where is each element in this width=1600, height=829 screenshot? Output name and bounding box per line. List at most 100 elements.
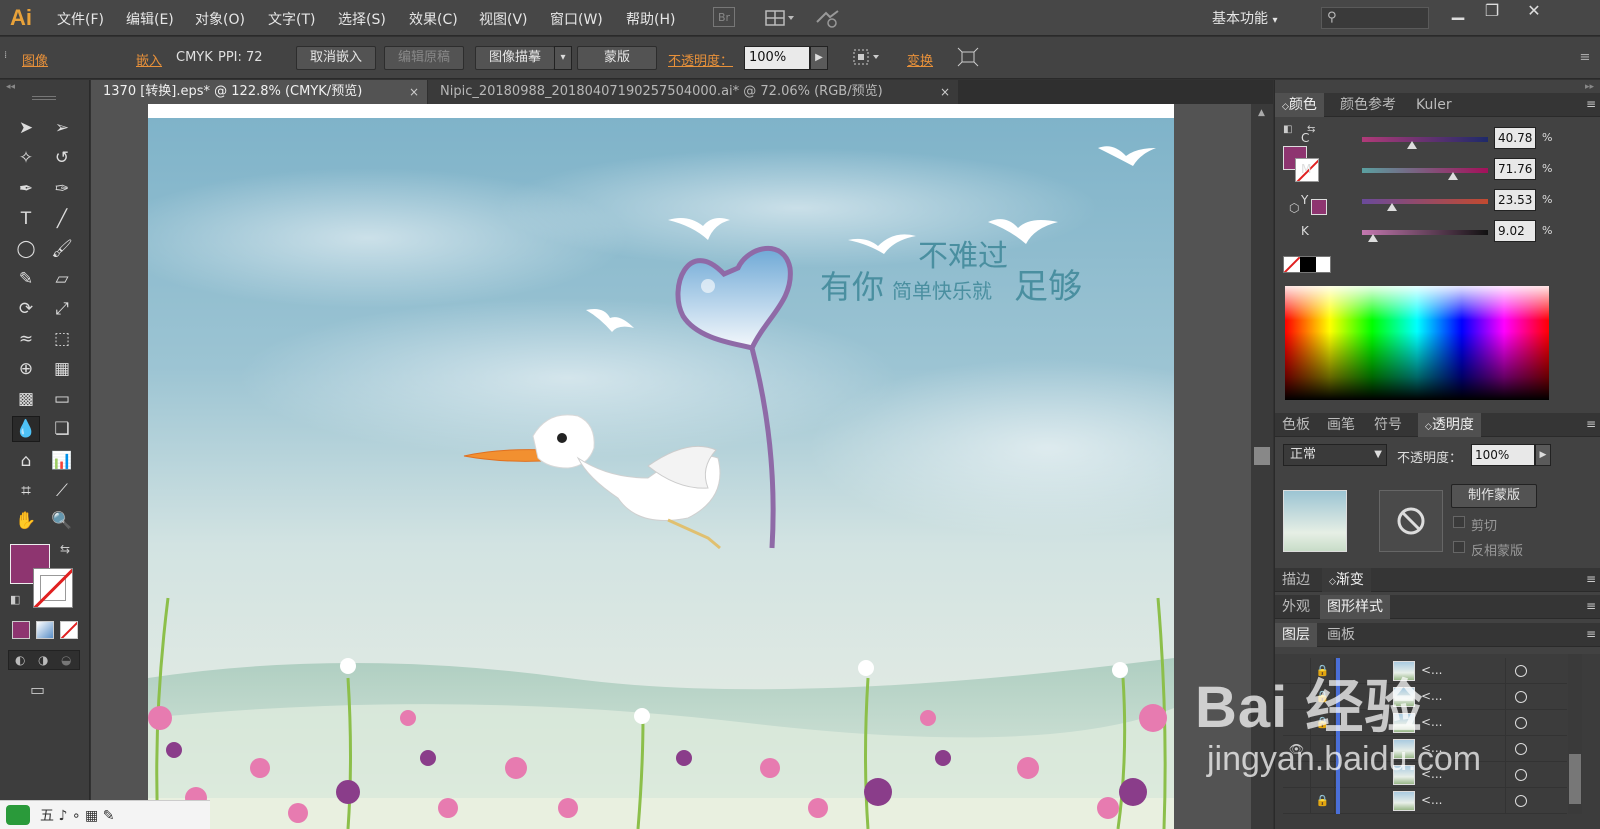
visibility-icon[interactable] xyxy=(1283,762,1311,788)
mask-thumbnail[interactable] xyxy=(1379,490,1443,552)
tab-color-guide[interactable]: 颜色参考 xyxy=(1333,93,1403,117)
slider-track[interactable] xyxy=(1362,137,1488,142)
tab-layers[interactable]: 图层 xyxy=(1275,623,1317,647)
tab-appearance[interactable]: 外观 xyxy=(1275,595,1317,619)
tab-document-2[interactable]: Nipic_20180988_20180407190257504000.ai* … xyxy=(428,80,958,104)
panel-menu-icon[interactable]: ≡ xyxy=(1586,97,1596,111)
collapse-icon[interactable]: ◂◂ xyxy=(6,82,15,92)
pen-tool-icon[interactable]: ✒ xyxy=(12,176,40,202)
menu-window[interactable]: 窗口(W) xyxy=(550,9,603,29)
black-swatch[interactable] xyxy=(1300,257,1316,272)
tab-stroke[interactable]: 描边 xyxy=(1275,568,1317,592)
direct-selection-tool-icon[interactable]: ➢ xyxy=(48,115,76,141)
visibility-icon[interactable] xyxy=(1283,684,1311,710)
align-to-selection-icon[interactable] xyxy=(850,46,884,68)
slider-knob[interactable] xyxy=(1387,203,1398,211)
symbol-sprayer-icon[interactable]: ⌂ xyxy=(12,448,40,474)
layer-row[interactable]: 👁 <... xyxy=(1283,736,1567,762)
gradient-tool-icon[interactable]: ▭ xyxy=(48,386,76,412)
tab-document-1[interactable]: 1370 [转换].eps* @ 122.8% (CMYK/预览) × xyxy=(91,80,427,104)
gradient-mode-icon[interactable] xyxy=(36,621,54,639)
arrange-documents-icon[interactable] xyxy=(762,7,798,29)
scroll-thumb[interactable] xyxy=(1254,447,1270,465)
lock-icon[interactable]: 🔒 xyxy=(1311,684,1335,710)
menu-file[interactable]: 文件(F) xyxy=(57,9,104,29)
close-icon[interactable]: × xyxy=(940,80,950,104)
slider-value-input[interactable]: 9.02 xyxy=(1494,220,1536,242)
opacity-arrow-icon[interactable]: ▶ xyxy=(1535,444,1551,466)
stroke-color-swatch[interactable] xyxy=(33,568,73,608)
screen-mode-icon[interactable]: ▭ xyxy=(30,680,45,699)
minimize-button[interactable]: ▁ xyxy=(1440,0,1476,22)
workspace-switcher[interactable]: 基本功能 ▾ xyxy=(1212,8,1277,28)
draw-behind-icon[interactable]: ◑ xyxy=(38,653,48,667)
transform-link[interactable]: 变换 xyxy=(907,50,933,69)
tab-transparency[interactable]: ◇透明度 xyxy=(1418,413,1481,437)
target-icon[interactable] xyxy=(1505,684,1535,710)
slider-k[interactable]: K 9.02% xyxy=(1275,219,1600,247)
layers-scrollbar[interactable] xyxy=(1568,654,1582,814)
unembed-button[interactable]: 取消嵌入 xyxy=(296,46,376,70)
scroll-up-icon[interactable]: ▲ xyxy=(1258,108,1265,118)
opacity-input[interactable]: 100% xyxy=(1471,444,1535,466)
embed-link[interactable]: 嵌入 xyxy=(136,50,162,69)
ime-toolbar-icons[interactable]: 五 ♪ ∘ ▦ ✎ xyxy=(40,805,114,825)
slider-knob[interactable] xyxy=(1368,234,1379,242)
layer-row[interactable]: 🔒 <... xyxy=(1283,788,1567,814)
slider-track[interactable] xyxy=(1362,199,1488,204)
vertical-scrollbar[interactable]: ▲ xyxy=(1251,104,1273,829)
none-swatch[interactable] xyxy=(1284,257,1300,272)
visibility-icon[interactable] xyxy=(1283,658,1311,684)
target-icon[interactable] xyxy=(1505,736,1535,762)
invert-mask-checkbox[interactable] xyxy=(1453,541,1465,553)
ellipse-tool-icon[interactable]: ◯ xyxy=(12,236,40,262)
free-transform-icon[interactable]: ⬚ xyxy=(48,326,76,352)
layer-row[interactable]: 🔒 <... xyxy=(1283,710,1567,736)
slider-m[interactable]: M 71.76% xyxy=(1275,157,1600,185)
panel-menu-icon[interactable]: ≡ xyxy=(1586,417,1596,431)
tab-kuler[interactable]: Kuler xyxy=(1409,93,1459,117)
eyedropper-icon[interactable]: 💧 xyxy=(12,416,40,442)
tab-color[interactable]: ◇颜色 xyxy=(1275,93,1324,117)
lasso-icon[interactable]: ↺ xyxy=(48,145,76,171)
slider-knob[interactable] xyxy=(1447,172,1458,180)
slider-value-input[interactable]: 23.53 xyxy=(1494,189,1536,211)
menu-help[interactable]: 帮助(H) xyxy=(626,9,675,29)
type-tool-icon[interactable]: T xyxy=(12,206,40,232)
slider-track[interactable] xyxy=(1362,168,1488,173)
trace-preset-dropdown[interactable]: ▾ xyxy=(554,46,572,70)
blend-mode-select[interactable]: 正常 ▼ xyxy=(1283,444,1387,466)
draw-inside-icon[interactable]: ◒ xyxy=(61,653,71,667)
bridge-button[interactable]: Br xyxy=(713,7,735,27)
expand-icon[interactable]: ▸▸ xyxy=(1585,82,1594,92)
menu-effect[interactable]: 效果(C) xyxy=(409,9,458,29)
menu-select[interactable]: 选择(S) xyxy=(338,9,386,29)
lock-icon[interactable]: 🔒 xyxy=(1311,788,1335,814)
image-label[interactable]: 图像 xyxy=(22,50,48,69)
isolate-icon[interactable] xyxy=(955,46,981,68)
canvas[interactable]: 不难过 有你 简单快乐就 足够 xyxy=(91,104,1251,829)
tab-symbols[interactable]: 符号 xyxy=(1367,413,1409,437)
restore-button[interactable]: ❐ xyxy=(1474,0,1510,22)
target-icon[interactable] xyxy=(1505,710,1535,736)
magic-wand-icon[interactable]: ✧ xyxy=(12,145,40,171)
rotate-icon[interactable]: ⟳ xyxy=(12,296,40,322)
panel-menu-icon[interactable]: ≡ xyxy=(1586,627,1596,641)
panel-menu-icon[interactable]: ≡ xyxy=(1586,572,1596,586)
lock-icon[interactable] xyxy=(1311,762,1335,788)
tab-artboards[interactable]: 画板 xyxy=(1320,623,1362,647)
panel-menu-icon[interactable]: ≡ xyxy=(1576,46,1594,68)
target-icon[interactable] xyxy=(1505,658,1535,684)
visibility-icon[interactable] xyxy=(1283,788,1311,814)
swap-colors-icon[interactable]: ⇆ xyxy=(60,542,70,556)
slider-c[interactable]: C 40.78% xyxy=(1275,126,1600,154)
opacity-label[interactable]: 不透明度： xyxy=(668,50,733,69)
color-mode-icon[interactable] xyxy=(12,621,30,639)
default-colors-icon[interactable]: ◧ xyxy=(10,593,20,606)
zoom-tool-icon[interactable]: 🔍 xyxy=(48,508,76,534)
layers-scroll-thumb[interactable] xyxy=(1569,754,1581,804)
artwork[interactable]: 不难过 有你 简单快乐就 足够 xyxy=(148,118,1174,829)
lock-icon[interactable]: 🔒 xyxy=(1311,710,1335,736)
eraser-icon[interactable]: ▱ xyxy=(48,266,76,292)
layer-row[interactable]: 🔒 <... xyxy=(1283,658,1567,684)
